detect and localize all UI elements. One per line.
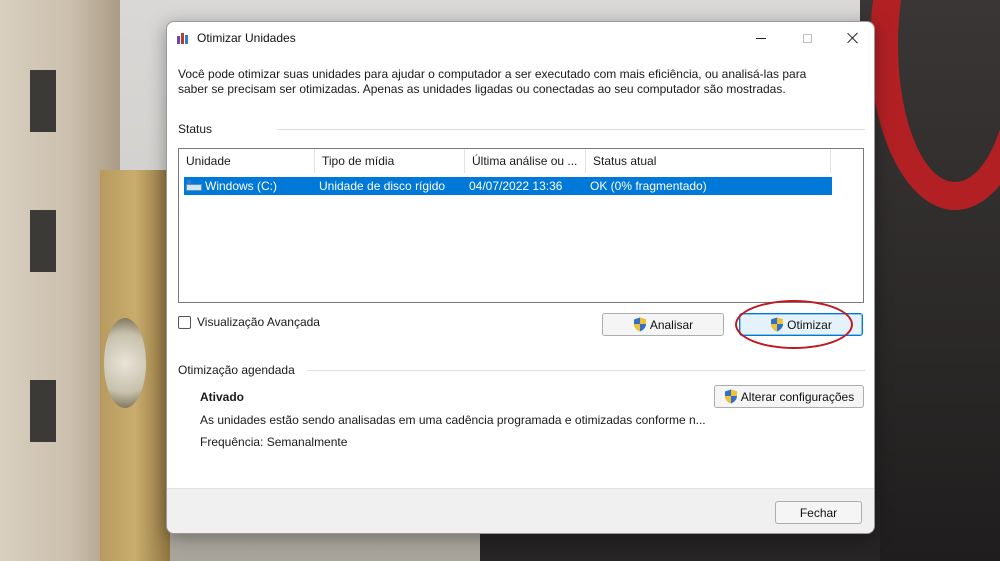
analyze-label: Analisar xyxy=(649,317,694,332)
hard-drive-icon xyxy=(186,180,202,192)
column-header-drive[interactable]: Unidade xyxy=(179,149,315,173)
media-type-cell: Unidade de disco rígido xyxy=(319,179,446,193)
column-header-current-status[interactable]: Status atual xyxy=(586,149,831,173)
advanced-view-option[interactable]: Visualização Avançada xyxy=(178,315,320,329)
advanced-view-label: Visualização Avançada xyxy=(197,315,320,329)
maximize-button[interactable] xyxy=(784,22,830,54)
change-settings-button[interactable]: Alterar configurações xyxy=(714,385,864,408)
red-highlight-circle xyxy=(735,300,853,349)
scheduled-group-label: Otimização agendada xyxy=(178,363,295,377)
drives-list[interactable]: Unidade Tipo de mídia Última análise ou … xyxy=(178,148,864,303)
status-group-label: Status xyxy=(178,122,213,136)
last-analysis-cell: 04/07/2022 13:36 xyxy=(469,179,563,193)
building-window xyxy=(30,380,56,442)
uac-shield-icon xyxy=(633,317,647,332)
drive-name: Windows (C:) xyxy=(205,179,278,193)
optimize-drives-window: Otimizar Unidades Você pode otimizar sua… xyxy=(166,21,875,534)
uac-shield-icon xyxy=(724,389,738,404)
maximize-icon xyxy=(802,33,812,43)
change-settings-label: Alterar configurações xyxy=(740,389,855,404)
analyze-button[interactable]: Analisar xyxy=(602,313,724,336)
window-title: Otimizar Unidades xyxy=(197,31,296,45)
building-window xyxy=(30,70,56,132)
description-text: Você pode otimizar suas unidades para aj… xyxy=(178,67,807,96)
close-icon xyxy=(847,32,859,44)
status-divider xyxy=(277,129,865,130)
drive-cell: Windows (C:) xyxy=(184,177,315,195)
dialog-footer: Fechar xyxy=(167,488,874,533)
current-status-cell: OK (0% fragmentado) xyxy=(590,179,707,193)
schedule-description: As unidades estão sendo analisadas em um… xyxy=(200,413,706,427)
schedule-frequency: Frequência: Semanalmente xyxy=(200,435,348,449)
close-window-button[interactable] xyxy=(830,22,874,54)
minimize-icon xyxy=(756,37,766,39)
schedule-state: Ativado xyxy=(200,390,245,404)
minimize-button[interactable] xyxy=(738,22,784,54)
clock-face xyxy=(104,318,146,408)
advanced-view-checkbox[interactable] xyxy=(178,315,191,329)
column-header-media-type[interactable]: Tipo de mídia xyxy=(315,149,465,173)
column-header-last-analysis[interactable]: Última análise ou ... xyxy=(465,149,586,173)
defrag-icon xyxy=(176,31,190,45)
scheduled-divider xyxy=(307,370,865,371)
close-button[interactable]: Fechar xyxy=(775,501,862,524)
list-item[interactable]: Windows (C:) Unidade de disco rígido 04/… xyxy=(184,177,832,195)
list-header: Unidade Tipo de mídia Última análise ou … xyxy=(179,149,863,173)
title-bar[interactable]: Otimizar Unidades xyxy=(167,22,874,54)
building-window xyxy=(30,210,56,272)
